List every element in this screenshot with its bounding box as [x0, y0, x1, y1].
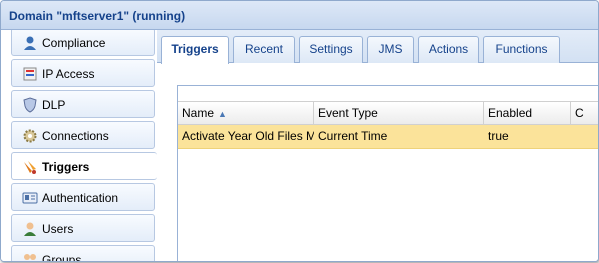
tab-actions[interactable]: Actions: [418, 36, 479, 63]
window-title: Domain "mftserver1" (running): [9, 9, 186, 23]
sidebar: Compliance IP Access DLP Connections Tri…: [1, 30, 157, 262]
sidebar-item-ip-access[interactable]: IP Access: [11, 59, 155, 87]
table-row[interactable]: Activate Year Old Files M Current Time t…: [178, 125, 598, 149]
column-header-extra[interactable]: C: [571, 102, 598, 125]
sidebar-item-label: IP Access: [42, 67, 95, 81]
column-header-enabled[interactable]: Enabled: [484, 102, 571, 125]
cell-enabled: true: [488, 129, 509, 143]
dlp-shield-icon: [23, 97, 37, 113]
main-panel: Triggers Recent Settings JMS Actions Fun…: [157, 30, 598, 261]
sidebar-item-users[interactable]: Users: [11, 214, 155, 242]
sidebar-item-label: Groups: [42, 253, 82, 262]
tab-settings[interactable]: Settings: [299, 36, 363, 63]
sort-ascending-icon: ▲: [218, 109, 227, 119]
grid-header: Name ▲ Event Type Enabled C: [178, 101, 598, 125]
sidebar-item-dlp[interactable]: DLP: [11, 90, 155, 118]
triggers-grid: Name ▲ Event Type Enabled C Activate Year…: [177, 85, 598, 261]
sidebar-item-groups[interactable]: Groups: [11, 245, 155, 262]
domain-window: Domain "mftserver1" (running) Compliance…: [0, 0, 599, 262]
cell-name: Activate Year Old Files M: [182, 129, 314, 143]
column-header-name[interactable]: Name ▲: [178, 102, 314, 125]
users-icon: [24, 222, 36, 236]
connections-gear-icon: [23, 129, 37, 143]
ip-access-icon: [23, 67, 37, 81]
tab-functions[interactable]: Functions: [483, 36, 560, 63]
sidebar-item-label: Triggers: [42, 160, 90, 174]
tab-recent[interactable]: Recent: [233, 36, 295, 63]
sidebar-item-label: Connections: [42, 129, 109, 143]
sidebar-item-connections[interactable]: Connections: [11, 121, 155, 149]
sidebar-item-label: Compliance: [42, 36, 106, 50]
tab-jms[interactable]: JMS: [367, 36, 414, 63]
compliance-icon: [24, 36, 36, 50]
cell-event-type: Current Time: [318, 129, 388, 143]
cell-extra: [571, 125, 598, 148]
sidebar-item-label: DLP: [42, 98, 66, 112]
sidebar-item-compliance[interactable]: Compliance: [11, 30, 155, 56]
triggers-icon: [24, 161, 36, 174]
tab-triggers[interactable]: Triggers: [161, 36, 229, 64]
window-titlebar: Domain "mftserver1" (running): [1, 1, 598, 30]
sidebar-item-label: Users: [42, 222, 74, 236]
sidebar-item-triggers[interactable]: Triggers: [11, 152, 157, 180]
column-header-event-type[interactable]: Event Type: [314, 102, 484, 125]
authentication-icon: [22, 192, 38, 204]
groups-icon: [24, 254, 36, 260]
sidebar-item-authentication[interactable]: Authentication: [11, 183, 155, 211]
tab-strip: Triggers Recent Settings JMS Actions Fun…: [157, 30, 598, 64]
sidebar-item-label: Authentication: [42, 191, 119, 205]
